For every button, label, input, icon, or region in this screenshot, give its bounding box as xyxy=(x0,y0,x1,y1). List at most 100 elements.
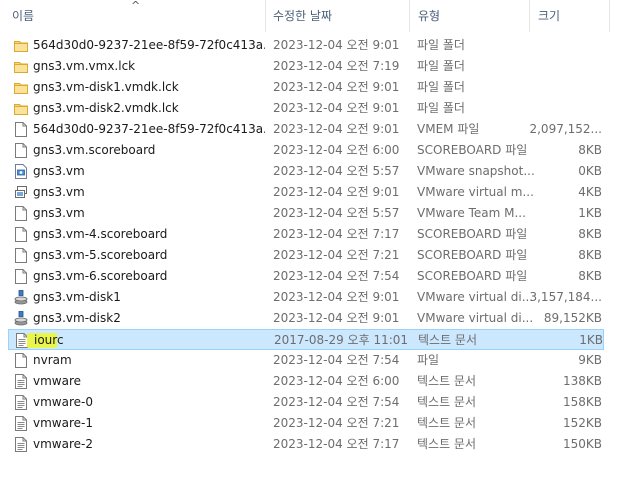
file-date: 2023-12-04 오전 7:21 xyxy=(273,416,400,430)
folder-icon xyxy=(14,38,28,53)
text-document-icon xyxy=(14,395,28,410)
file-row[interactable]: gns3.vm-disk2 2023-12-04 오전 9:01 VMware vi… xyxy=(8,308,604,329)
file-row[interactable]: 564d30d0-9237-21ee-8f59-72f0c413a... 2023… xyxy=(8,119,604,140)
file-name: iourc xyxy=(34,333,64,347)
file-size: 89,152KB xyxy=(543,311,602,325)
file-row[interactable]: gns3.vm 2023-12-04 오전 5:57 VMware Team M..… xyxy=(8,203,604,224)
file-name: gns3.vm-disk2 xyxy=(33,311,121,325)
file-size: 8KB xyxy=(578,143,602,157)
file-name: gns3.vm-disk2.vmdk.lck xyxy=(33,101,179,115)
file-size: 1KB xyxy=(578,206,602,220)
file-date: 2023-12-04 오전 6:00 xyxy=(273,143,400,157)
column-header-bar: 이름 ^ 수정한 날짜 유형 크기 xyxy=(0,0,644,32)
file-icon xyxy=(14,122,28,137)
file-row[interactable]: vmware-2 2023-12-04 오전 7:17 텍스트 문서 150KB xyxy=(8,434,604,455)
file-date: 2023-12-04 오전 7:17 xyxy=(273,437,400,451)
file-size: 3,157,184... xyxy=(529,290,602,304)
file-row[interactable]: gns3.vm.scoreboard 2023-12-04 오전 6:00 SCOR… xyxy=(8,140,604,161)
file-row[interactable]: vmware 2023-12-04 오전 6:00 텍스트 문서 138KB xyxy=(8,371,604,392)
file-row[interactable]: vmware-0 2023-12-04 오전 7:54 텍스트 문서 158KB xyxy=(8,392,604,413)
file-name: 564d30d0-9237-21ee-8f59-72f0c413a... xyxy=(33,122,265,136)
file-size xyxy=(508,56,602,77)
file-row[interactable]: gns3.vm.vmx.lck 2023-12-04 오전 7:19 파일 폴더 xyxy=(8,56,604,77)
column-divider[interactable] xyxy=(529,0,530,32)
file-date: 2023-12-04 오전 7:17 xyxy=(273,227,400,241)
file-row[interactable]: 564d30d0-9237-21ee-8f59-72f0c413a... 2023… xyxy=(8,35,604,56)
file-icon xyxy=(14,353,28,368)
folder-icon xyxy=(14,101,28,116)
file-size: 152KB xyxy=(562,416,602,430)
column-header-size[interactable]: 크기 xyxy=(538,0,560,32)
file-size: 4KB xyxy=(578,185,602,199)
file-size: 8KB xyxy=(578,227,602,241)
file-name: gns3.vm-disk1.vmdk.lck xyxy=(33,80,179,94)
file-name: gns3.vm.scoreboard xyxy=(33,143,156,157)
file-size: 158KB xyxy=(562,395,602,409)
file-icon xyxy=(14,143,28,158)
file-size: 9KB xyxy=(578,353,602,367)
file-row[interactable]: gns3.vm-5.scoreboard 2023-12-04 오전 7:21 SC… xyxy=(8,245,604,266)
file-name: gns3.vm xyxy=(33,164,85,178)
file-size: 150KB xyxy=(562,437,602,451)
file-date: 2023-12-04 오전 9:01 xyxy=(273,185,400,199)
file-row[interactable]: gns3.vm-4.scoreboard 2023-12-04 오전 7:17 SC… xyxy=(8,224,604,245)
file-date: 2023-12-04 오전 9:01 xyxy=(273,122,400,136)
file-date: 2023-12-04 오전 7:54 xyxy=(273,395,400,409)
file-date: 2023-12-04 오전 5:57 xyxy=(273,164,400,178)
file-row[interactable]: nvram 2023-12-04 오전 7:54 파일 9KB xyxy=(8,350,604,371)
folder-icon xyxy=(14,80,28,95)
file-name: gns3.vm-6.scoreboard xyxy=(33,269,168,283)
file-icon xyxy=(14,227,28,242)
file-row[interactable]: gns3.vm-disk1.vmdk.lck 2023-12-04 오전 9:01… xyxy=(8,77,604,98)
folder-icon xyxy=(14,59,28,74)
column-divider[interactable] xyxy=(409,0,410,32)
file-row[interactable]: gns3.vm-6.scoreboard 2023-12-04 오전 7:54 SC… xyxy=(8,266,604,287)
file-name: gns3.vm xyxy=(33,206,85,220)
file-name: gns3.vm-disk1 xyxy=(33,290,121,304)
file-size: 138KB xyxy=(562,374,602,388)
sort-ascending-icon: ^ xyxy=(131,0,141,12)
file-row[interactable]: gns3.vm-disk1 2023-12-04 오전 9:01 VMware vi… xyxy=(8,287,604,308)
file-row[interactable]: gns3.vm 2023-12-04 오전 9:01 VMware virtual … xyxy=(8,182,604,203)
column-header-date[interactable]: 수정한 날짜 xyxy=(273,0,332,32)
file-size xyxy=(508,35,602,56)
file-name: vmware-2 xyxy=(33,437,93,451)
text-document-icon xyxy=(14,374,28,389)
file-name: gns3.vm-5.scoreboard xyxy=(33,248,168,262)
file-date: 2023-12-04 오전 9:01 xyxy=(273,38,400,52)
file-row[interactable]: vmware-1 2023-12-04 오전 7:21 텍스트 문서 152KB xyxy=(8,413,604,434)
file-size: 8KB xyxy=(578,248,602,262)
file-date: 2023-12-04 오전 7:19 xyxy=(273,59,400,73)
file-size: 1KB xyxy=(579,333,603,347)
column-header-name[interactable]: 이름 xyxy=(12,0,34,32)
vmware-vm-icon xyxy=(14,185,28,200)
vmware-disk-icon xyxy=(14,311,28,326)
file-name: nvram xyxy=(33,353,72,367)
file-date: 2023-12-04 오전 9:01 xyxy=(273,80,400,94)
file-date: 2023-12-04 오전 9:01 xyxy=(273,101,400,115)
file-size xyxy=(508,98,602,119)
file-date: 2023-12-04 오전 7:54 xyxy=(273,269,400,283)
file-row[interactable]: gns3.vm-disk2.vmdk.lck 2023-12-04 오전 9:01… xyxy=(8,98,604,119)
file-name: gns3.vm.vmx.lck xyxy=(33,59,136,73)
file-icon xyxy=(14,269,28,284)
column-divider[interactable] xyxy=(265,0,266,32)
file-size: 0KB xyxy=(578,164,602,178)
file-name: vmware-1 xyxy=(33,416,93,430)
file-row[interactable]: iourc 2017-08-29 오후 11:01 텍스트 문서 1KB xyxy=(8,329,604,350)
file-name: 564d30d0-9237-21ee-8f59-72f0c413a... xyxy=(33,38,265,52)
vmware-snapshot-icon xyxy=(14,164,28,179)
column-header-type[interactable]: 유형 xyxy=(418,0,440,32)
text-document-icon xyxy=(14,416,28,431)
file-row[interactable]: gns3.vm 2023-12-04 오전 5:57 VMware snapshot… xyxy=(8,161,604,182)
file-name: gns3.vm xyxy=(33,185,85,199)
file-date: 2023-12-04 오전 9:01 xyxy=(273,290,400,304)
file-icon xyxy=(14,206,28,221)
file-date: 2023-12-04 오전 9:01 xyxy=(273,311,400,325)
vmware-disk-icon xyxy=(14,290,28,305)
column-divider[interactable] xyxy=(609,0,610,32)
file-size: 2,097,152... xyxy=(529,122,602,136)
file-name: vmware xyxy=(33,374,82,388)
file-date: 2023-12-04 오전 7:21 xyxy=(273,248,400,262)
text-document-icon xyxy=(14,437,28,452)
